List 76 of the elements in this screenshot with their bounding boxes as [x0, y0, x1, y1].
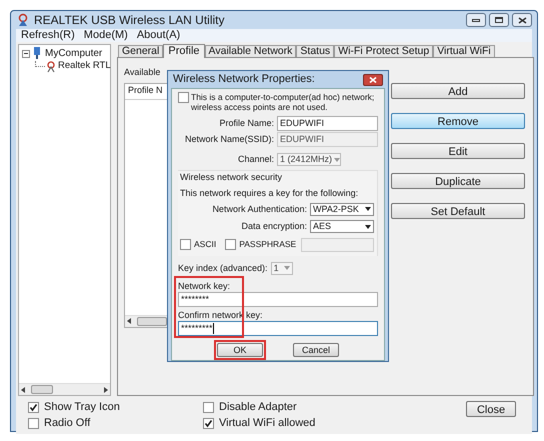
field-label: Network Name(SSID): [184, 132, 274, 146]
dropdown-arrow-icon [284, 266, 290, 270]
close-button[interactable] [363, 74, 383, 86]
window-title: REALTEK USB Wireless LAN Utility [34, 12, 224, 29]
text-field[interactable]: EDUPWIFI [277, 116, 378, 131]
field-label: Network Authentication: [212, 202, 307, 216]
dialog-title: Wireless Network Properties: [173, 72, 315, 88]
checkbox-label: Show Tray Icon [44, 400, 120, 415]
checkbox-label: PASSPHRASE [239, 238, 296, 251]
minimize-button[interactable] [466, 13, 486, 27]
field-label: Channel: [236, 153, 274, 166]
horizontal-scrollbar[interactable] [19, 383, 110, 395]
dropdown[interactable]: 1 [270, 262, 293, 275]
checkbox[interactable] [203, 402, 214, 412]
text-cursor [212, 323, 214, 334]
menu-item[interactable]: Mode(M) [84, 27, 128, 44]
tree-item[interactable]: MyComputer [45, 46, 102, 61]
field-label: Data encryption: [241, 220, 307, 233]
group-title: Wireless network security [180, 170, 282, 184]
menu-item[interactable]: Refresh(R) [21, 27, 75, 44]
close-icon [369, 76, 377, 82]
passphrase-field[interactable] [301, 238, 374, 252]
computer-icon [32, 47, 42, 60]
checkbox[interactable] [225, 239, 236, 250]
scrollbar-thumb[interactable] [31, 385, 53, 394]
list-label: Available [124, 66, 160, 79]
left-arrow-icon[interactable] [21, 386, 25, 392]
field-label: Profile Name: [218, 116, 274, 130]
adapter-icon [46, 60, 56, 72]
column-header[interactable]: Profile N [128, 84, 163, 98]
checkbox[interactable] [28, 402, 39, 412]
maximize-button[interactable] [489, 13, 509, 27]
tree-item[interactable]: Realtek RTL [58, 59, 111, 74]
adhoc-label: This is a computer-to-computer(ad hoc) network; wireless access points are not used. [191, 92, 376, 112]
dropdown-arrow-icon [365, 207, 371, 212]
collapse-toggle-icon[interactable] [22, 50, 30, 58]
tab[interactable]: General [118, 45, 164, 57]
checkbox[interactable] [180, 239, 191, 250]
group-note: This network requires a key for the following: [180, 187, 358, 200]
dialog-button[interactable]: Cancel [293, 343, 339, 357]
checkbox[interactable] [203, 418, 214, 428]
tree-connector [35, 60, 45, 66]
field-label: Network key: [178, 281, 230, 292]
tab[interactable]: Virtual WiFi [433, 45, 495, 57]
dialog-button[interactable]: OK [217, 343, 263, 357]
profile-button[interactable]: Set Default [391, 203, 525, 219]
checkbox-label: Virtual WiFi allowed [219, 416, 316, 431]
tab[interactable]: Status [296, 45, 334, 57]
field-label: Key index (advanced): [178, 262, 268, 275]
left-arrow-icon[interactable] [127, 318, 131, 324]
dropdown-arrow-icon [334, 158, 340, 162]
tab[interactable]: Available Network [204, 45, 296, 57]
dropdown-arrow-icon [365, 224, 371, 229]
right-arrow-icon[interactable] [104, 386, 108, 392]
menu-item[interactable]: About(A) [136, 27, 180, 44]
close-button[interactable]: Close [466, 401, 516, 417]
checkbox[interactable] [178, 92, 189, 103]
checkbox-label: Radio Off [44, 416, 90, 431]
profile-button[interactable]: Remove [391, 113, 525, 129]
field-label: Confirm network key: [178, 310, 263, 321]
close-button[interactable] [512, 13, 532, 27]
close-icon [518, 16, 526, 24]
profile-button[interactable]: Duplicate [391, 173, 525, 189]
wireless-app-icon [16, 13, 30, 27]
checkbox-label: Disable Adapter [219, 400, 297, 415]
password-field[interactable]: ******** [178, 292, 378, 307]
tab[interactable]: Profile [163, 44, 205, 58]
scrollbar-thumb[interactable] [137, 316, 167, 326]
profile-button[interactable]: Add [391, 83, 525, 99]
dropdown[interactable]: WPA2-PSK [310, 202, 374, 216]
profile-button[interactable]: Edit [391, 143, 525, 159]
tab[interactable]: Wi-Fi Protect Setup [334, 45, 434, 57]
checkbox-label: ASCII [194, 238, 216, 251]
password-field[interactable]: ********* [178, 321, 378, 336]
checkbox[interactable] [28, 418, 39, 428]
dropdown[interactable]: AES [310, 220, 374, 234]
